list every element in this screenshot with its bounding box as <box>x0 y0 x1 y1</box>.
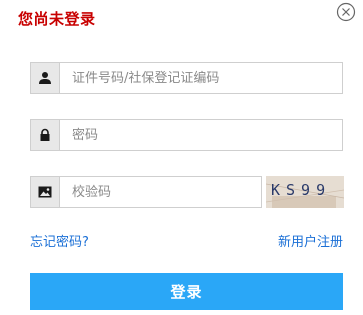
image-icon <box>31 177 60 207</box>
password-input[interactable] <box>60 121 342 149</box>
dialog-title: 您尚未登录 <box>18 10 96 28</box>
register-link[interactable]: 新用户注册 <box>278 233 343 253</box>
captcha-image[interactable]: KS99 <box>266 176 344 208</box>
captcha-input[interactable] <box>60 178 261 206</box>
id-number-field <box>30 62 343 94</box>
lock-icon <box>31 120 60 150</box>
id-number-input[interactable] <box>60 64 342 92</box>
captcha-text: KS99 <box>271 181 331 199</box>
user-icon <box>31 63 60 93</box>
login-button[interactable]: 登录 <box>30 273 343 310</box>
login-dialog: 您尚未登录 证件号码/社保登记证编码 校验码 KS99 忘记密码? 新用户注册 … <box>0 0 363 315</box>
captcha-field <box>30 176 262 208</box>
close-icon[interactable] <box>336 2 356 22</box>
links-row: 忘记密码? 新用户注册 <box>30 233 343 253</box>
password-field <box>30 119 343 151</box>
forgot-password-link[interactable]: 忘记密码? <box>30 233 89 253</box>
